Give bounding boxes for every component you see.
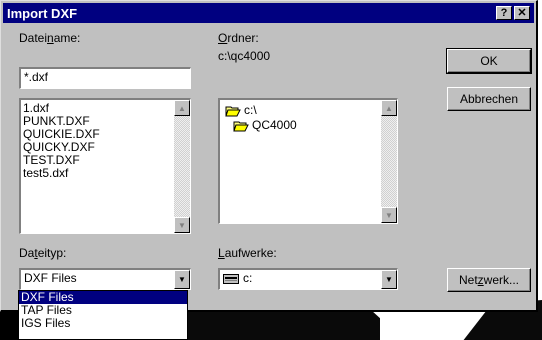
file-list-item[interactable]: test5.dxf	[21, 167, 190, 180]
folder-path: c:\qc4000	[218, 49, 271, 63]
filetype-dropdown-list[interactable]: DXF Files TAP Files IGS Files	[18, 290, 188, 340]
file-list-items: 1.dxf PUNKT.DXF QUICKIE.DXF QUICKY.DXF TEST.…	[21, 100, 190, 180]
open-folder-icon	[225, 106, 241, 117]
close-icon: ✕	[517, 6, 527, 19]
folder-tree-scrollbar[interactable]: ▲ ▼	[381, 100, 397, 223]
scroll-up-button[interactable]: ▲	[381, 100, 397, 116]
file-list-scrollbar[interactable]: ▲ ▼	[174, 100, 190, 233]
filename-input[interactable]: *.dxf	[19, 67, 191, 89]
filetype-select[interactable]: DXF Files ▼	[19, 268, 191, 290]
folder-label: Ordner:	[218, 31, 259, 45]
folder-tree[interactable]: c:\ QC4000 ▲ ▼	[218, 98, 398, 224]
scroll-down-button[interactable]: ▼	[381, 207, 397, 223]
folder-item-qc4000[interactable]: QC4000	[223, 118, 397, 133]
filetype-options: DXF Files TAP Files IGS Files	[19, 291, 187, 330]
drives-dropdown-button[interactable]: ▼	[381, 270, 397, 289]
file-list[interactable]: 1.dxf PUNKT.DXF QUICKIE.DXF QUICKY.DXF TEST.…	[19, 98, 191, 234]
help-button[interactable]: ?	[496, 6, 512, 20]
drives-select[interactable]: c: ▼	[218, 268, 398, 290]
network-button[interactable]: Netzwerk...	[447, 268, 531, 292]
folder-item-root[interactable]: c:\	[223, 103, 397, 118]
open-folder-icon	[233, 121, 249, 132]
folder-tree-items: c:\ QC4000	[220, 100, 397, 133]
cancel-button[interactable]: Abbrechen	[447, 87, 531, 111]
filetype-label: Dateityp:	[19, 246, 67, 260]
chevron-down-icon: ▼	[178, 275, 186, 284]
import-dxf-dialog: Import DXF ? ✕ Dateiname: *.dxf 1.dxf PUN…	[0, 0, 538, 312]
filename-value: *.dxf	[24, 70, 49, 84]
filetype-option[interactable]: IGS Files	[19, 317, 187, 330]
scroll-down-button[interactable]: ▼	[174, 217, 190, 233]
title-bar: Import DXF ? ✕	[3, 3, 534, 23]
filetype-dropdown-button[interactable]: ▼	[174, 270, 190, 289]
drives-label: Laufwerke:	[218, 246, 277, 260]
drives-selected: c:	[243, 271, 253, 285]
window-title: Import DXF	[7, 5, 78, 21]
close-button[interactable]: ✕	[514, 6, 530, 20]
filename-label: Dateiname:	[19, 31, 81, 45]
filetype-selected: DXF Files	[24, 271, 77, 285]
help-icon: ?	[500, 6, 508, 19]
drive-icon	[223, 273, 239, 284]
ok-button[interactable]: OK	[446, 48, 532, 74]
scroll-up-button[interactable]: ▲	[174, 100, 190, 116]
chevron-down-icon: ▼	[385, 275, 393, 284]
